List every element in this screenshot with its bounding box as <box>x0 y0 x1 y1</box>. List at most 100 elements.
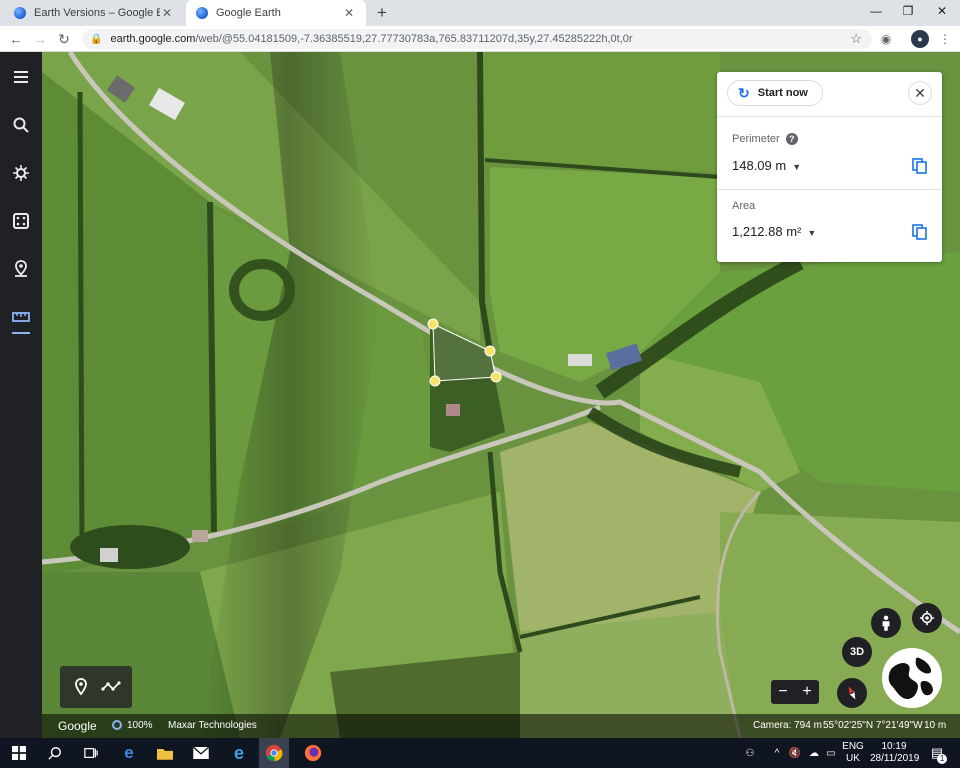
forward-button[interactable]: → <box>30 29 50 49</box>
zoom-out-button[interactable]: − <box>771 680 795 704</box>
volume-icon[interactable]: 🔇 <box>788 738 802 768</box>
file-explorer-icon[interactable] <box>154 742 176 764</box>
close-measure-button[interactable]: ✕ <box>908 81 932 105</box>
browser-toolbar: ← → ↻ 🔒 earth.google.com/web/@55.0418150… <box>0 26 960 52</box>
back-button[interactable]: ← <box>6 29 26 49</box>
windows-taskbar: e e ⚇ ^ 🔇 ☁ ▭ ENG UK 10:19 28/11/2019 ▤ 1 <box>0 738 960 768</box>
clock-time: 10:19 <box>881 741 907 752</box>
draw-path-icon[interactable] <box>101 677 121 697</box>
area-value: 1,212.88 m² <box>732 224 802 239</box>
placemark-tools <box>60 666 132 708</box>
feeling-lucky-icon[interactable] <box>8 208 34 234</box>
voyager-icon[interactable] <box>8 160 34 186</box>
street-view-pegman-button[interactable] <box>871 608 901 638</box>
pegman-icon <box>882 615 890 631</box>
chevron-down-icon: ▼ <box>792 162 802 172</box>
new-tab-button[interactable]: + <box>372 3 392 23</box>
people-icon[interactable]: ⚇ <box>742 738 758 768</box>
earth-viewport[interactable]: ↻ Start now ✕ Perimeter? 148.09 m ▼ Area … <box>0 52 960 738</box>
location-target-icon <box>919 610 935 626</box>
keyboard-region: UK <box>846 753 860 764</box>
network-icon[interactable]: ▭ <box>824 738 838 768</box>
menu-icon[interactable] <box>8 64 34 90</box>
zoom-controls: − + <box>771 680 819 704</box>
perimeter-label-row: Perimeter? <box>732 133 798 146</box>
tab-close-icon[interactable]: ✕ <box>342 6 356 20</box>
globe-icon <box>884 650 940 706</box>
search-icon[interactable] <box>8 112 34 138</box>
add-placemark-icon[interactable] <box>71 677 91 697</box>
address-bar[interactable]: 🔒 earth.google.com/web/@55.04181509,-7.3… <box>82 29 872 49</box>
firefox-icon[interactable] <box>302 742 324 764</box>
load-percent: 100% <box>127 720 153 731</box>
notification-icon: ▤ 1 <box>931 745 948 764</box>
notification-count: 1 <box>937 754 948 764</box>
language-indicator[interactable]: ENG UK <box>842 741 864 765</box>
earth-sidebar <box>0 52 42 738</box>
area-unit-dropdown[interactable]: 1,212.88 m² ▼ <box>732 224 816 239</box>
perimeter-value: 148.09 m <box>732 158 787 173</box>
scale-bar-label[interactable]: 10 m <box>924 720 946 731</box>
tab-title: Google Earth <box>216 7 281 19</box>
show-hidden-icons-chevron-icon[interactable]: ^ <box>770 738 784 768</box>
tab-earth-versions[interactable]: Earth Versions – Google Earth ✕ <box>4 0 184 26</box>
projects-icon[interactable] <box>8 256 34 282</box>
zoom-in-button[interactable]: + <box>795 680 819 704</box>
ruler-icon[interactable] <box>8 304 34 334</box>
earth-status-bar: Google 100% Maxar Technologies Camera: 7… <box>42 714 960 738</box>
area-label: Area <box>732 200 756 212</box>
start-now-button[interactable]: ↻ Start now <box>727 80 823 106</box>
copy-area-icon[interactable] <box>912 224 928 240</box>
copy-perimeter-icon[interactable] <box>912 158 928 174</box>
perimeter-label: Perimeter <box>732 133 780 145</box>
start-now-label: Start now <box>757 87 808 99</box>
google-earth-favicon-icon <box>14 7 26 19</box>
tab-close-icon[interactable]: ✕ <box>160 6 174 20</box>
my-location-button[interactable] <box>912 603 942 633</box>
task-view-icon[interactable] <box>80 742 102 764</box>
cursor-coordinates: 55°02'25"N 7°21'49"W <box>823 720 923 731</box>
toggle-3d-button[interactable]: 3D <box>842 637 872 667</box>
clock-date: 28/11/2019 <box>870 753 920 764</box>
url-host: earth.google.com <box>110 33 196 45</box>
reload-button[interactable]: ↻ <box>54 29 74 49</box>
screen: Earth Versions – Google Earth ✕ Google E… <box>0 0 960 768</box>
compass-button[interactable] <box>837 678 867 708</box>
search-icon[interactable] <box>44 742 66 764</box>
browser-menu-icon[interactable]: ⋮ <box>936 30 954 48</box>
system-clock[interactable]: 10:19 28/11/2019 <box>870 741 920 765</box>
measure-panel: ↻ Start now ✕ Perimeter? 148.09 m ▼ Area … <box>717 72 942 262</box>
imagery-attribution[interactable]: Maxar Technologies <box>168 720 257 731</box>
chevron-down-icon: ▼ <box>807 228 817 238</box>
window-close-button[interactable]: ✕ <box>926 0 958 22</box>
internet-explorer-icon[interactable]: e <box>228 742 250 764</box>
divider <box>717 116 942 117</box>
restart-icon: ↻ <box>738 84 750 101</box>
globe-overview[interactable] <box>882 648 942 708</box>
divider <box>717 189 942 190</box>
browser-tab-strip: Earth Versions – Google Earth ✕ Google E… <box>0 0 960 26</box>
camera-altitude: Camera: 794 m <box>753 720 822 731</box>
maximize-button[interactable]: ❐ <box>892 0 924 22</box>
tab-google-earth[interactable]: Google Earth ✕ <box>186 0 366 26</box>
google-earth-favicon-icon <box>196 7 208 19</box>
language-code: ENG <box>842 741 864 752</box>
url-path: /web/@55.04181509,-7.36385519,27.7773078… <box>195 33 633 45</box>
action-center-button[interactable]: ▤ 1 <box>926 738 948 768</box>
perimeter-unit-dropdown[interactable]: 148.09 m ▼ <box>732 158 801 173</box>
bookmark-star-icon[interactable]: ☆ <box>850 31 862 47</box>
minimize-button[interactable]: — <box>860 0 892 22</box>
google-logo: Google <box>58 719 97 733</box>
windows-start-icon[interactable] <box>8 742 30 764</box>
extension-icon[interactable]: ◉ <box>877 30 895 48</box>
edge-icon[interactable]: e <box>118 742 140 764</box>
loading-ring-icon <box>112 720 122 730</box>
profile-avatar[interactable]: ● <box>911 30 929 48</box>
chrome-icon[interactable] <box>259 738 289 768</box>
onedrive-cloud-icon[interactable]: ☁ <box>806 738 822 768</box>
mail-icon[interactable] <box>190 742 212 764</box>
load-progress: 100% <box>112 720 153 731</box>
help-icon[interactable]: ? <box>785 133 798 146</box>
tab-title: Earth Versions – Google Earth <box>34 7 160 19</box>
lock-icon: 🔒 <box>90 33 103 45</box>
